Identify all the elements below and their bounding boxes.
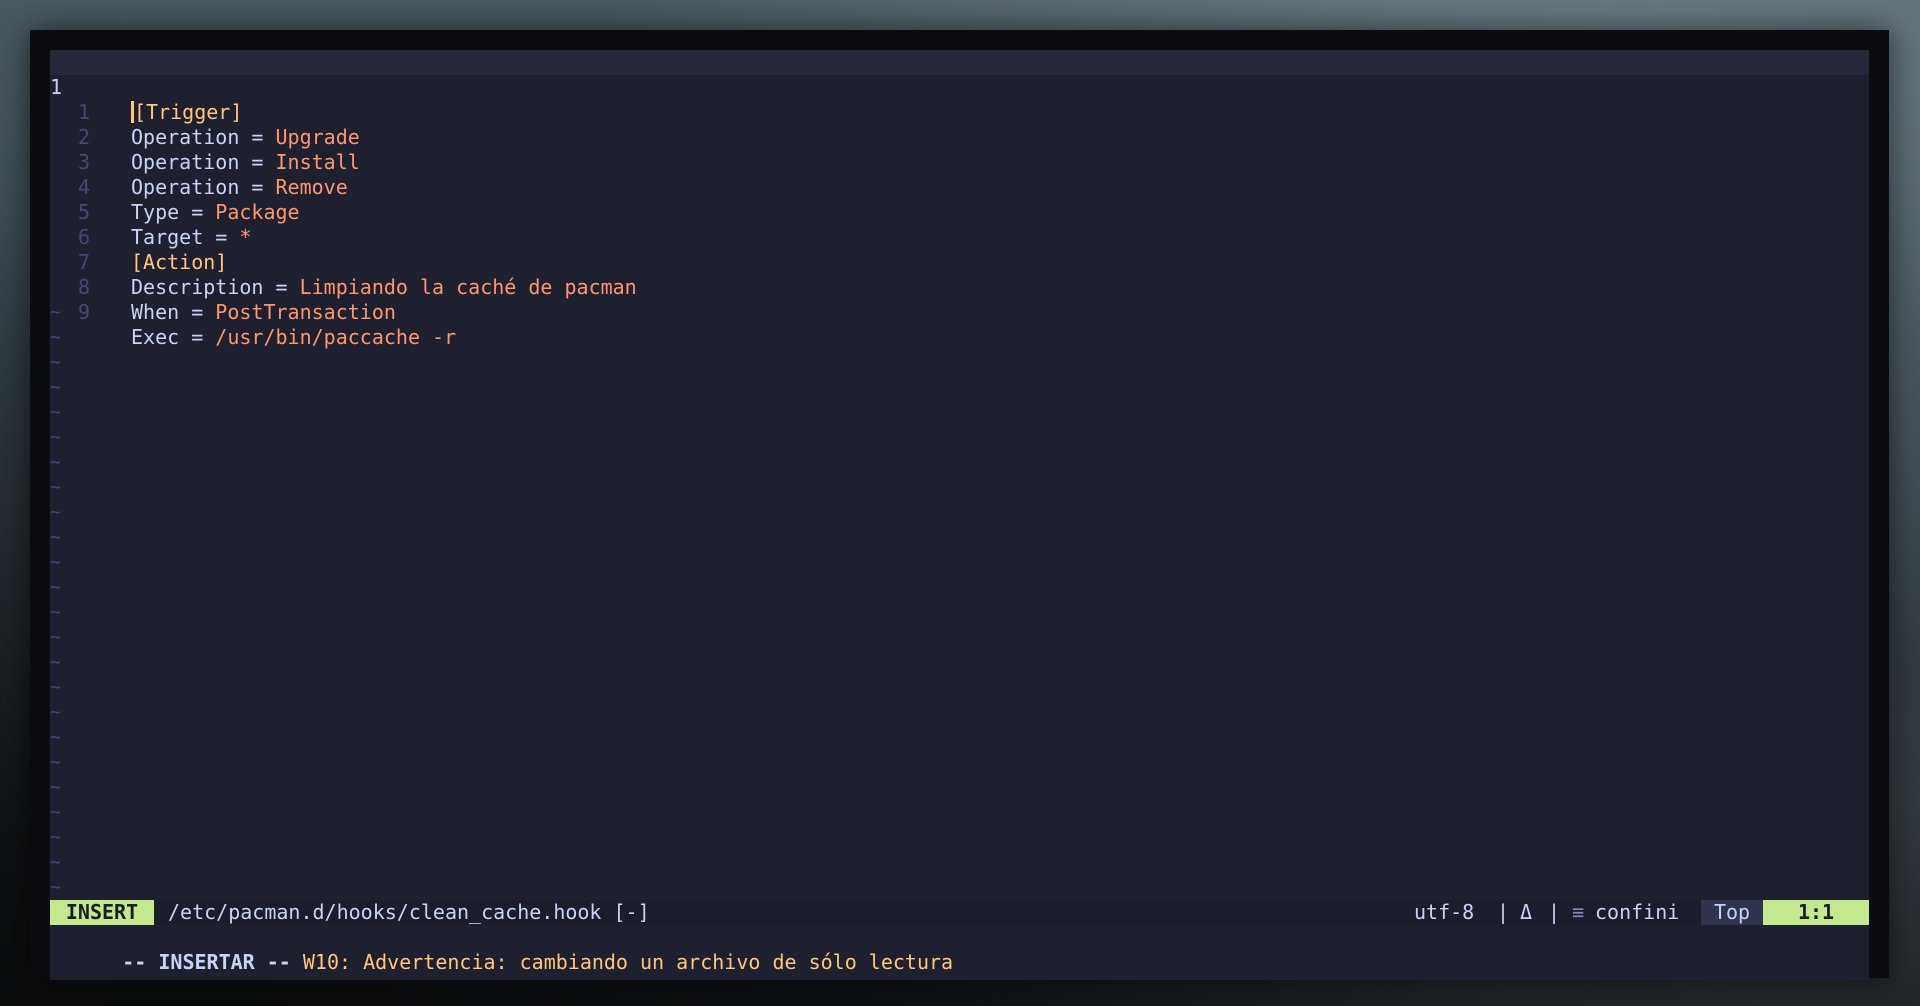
config-key: Exec — [131, 325, 180, 349]
linux-os-icon: Δ — [1520, 900, 1533, 924]
empty-line-tilde: ~ — [50, 877, 61, 898]
empty-line-tilde: ~ — [50, 552, 61, 573]
filetype-icon: ≡ — [1572, 900, 1585, 924]
cursor-position: 1:1 — [1763, 900, 1869, 925]
equals-sign: = — [179, 300, 216, 324]
empty-line-tilde: ~ — [50, 827, 61, 848]
empty-line-tilde: ~ — [50, 402, 61, 423]
statusline-separator: | — [1497, 900, 1510, 924]
equals-sign: = — [179, 325, 216, 349]
command-line[interactable]: -- INSERTAR -- W10: Advertencia: cambian… — [50, 925, 1869, 974]
empty-line-tilde: ~ — [50, 652, 61, 673]
terminal-window: 1 [Trigger] 1 Operation = Upgrade 2 Oper… — [30, 30, 1889, 980]
config-value: /usr/bin/paccache -r — [215, 325, 457, 349]
empty-line-tilde: ~ — [50, 802, 61, 823]
config-key: When — [131, 300, 180, 324]
line-content: When = PostTransaction — [131, 300, 396, 325]
editor-line[interactable]: 7 Description = Limpiando la caché de pa… — [50, 225, 1869, 299]
empty-line-tilde: ~ — [50, 527, 61, 548]
editor-line[interactable]: 4 Type = Package — [50, 150, 1869, 224]
statusline: INSERT /etc/pacman.d/hooks/clean_cache.h… — [50, 900, 1869, 925]
file-type: confini — [1595, 900, 1680, 924]
empty-line-tilde: ~ — [50, 677, 61, 698]
scroll-position: Top — [1701, 900, 1763, 925]
readonly-warning: W10: Advertencia: cambiando un archivo d… — [290, 950, 954, 974]
editor-line[interactable]: 8 When = PostTransaction — [50, 250, 1869, 324]
empty-line-tilde: ~ — [50, 752, 61, 773]
editor-line[interactable]: 1 Operation = Upgrade — [50, 75, 1869, 149]
file-encoding: utf-8 — [1414, 900, 1475, 924]
editor-line[interactable]: 3 Operation = Remove — [50, 125, 1869, 199]
empty-line-tilde: ~ — [50, 502, 61, 523]
insert-mode-message: -- INSERTAR -- — [122, 950, 291, 974]
mode-indicator: INSERT — [50, 900, 154, 925]
editor-line[interactable]: 5 Target = * — [50, 175, 1869, 249]
editor-line[interactable]: 6 [Action] — [50, 200, 1869, 274]
empty-line-tilde: ~ — [50, 377, 61, 398]
file-path: /etc/pacman.d/hooks/clean_cache.hook [-] — [168, 900, 650, 924]
empty-line-tilde: ~ — [50, 352, 61, 373]
empty-line-tilde: ~ — [50, 302, 61, 323]
empty-line-tilde: ~ — [50, 777, 61, 798]
statusline-separator: | — [1548, 900, 1561, 924]
editor-line-current[interactable]: 1 [Trigger] — [50, 50, 1869, 124]
empty-line-tilde: ~ — [50, 427, 61, 448]
empty-line-tilde: ~ — [50, 602, 61, 623]
editor-line[interactable]: 2 Operation = Install — [50, 100, 1869, 174]
config-value: PostTransaction — [215, 300, 396, 324]
line-content: Exec = /usr/bin/paccache -r — [131, 325, 456, 350]
vim-editor[interactable]: 1 [Trigger] 1 Operation = Upgrade 2 Oper… — [50, 50, 1869, 980]
empty-line-tilde: ~ — [50, 702, 61, 723]
empty-line-tilde: ~ — [50, 477, 61, 498]
empty-line-tilde: ~ — [50, 452, 61, 473]
editor-line[interactable]: 9 Exec = /usr/bin/paccache -r — [50, 275, 1869, 349]
empty-line-tilde: ~ — [50, 577, 61, 598]
empty-line-tilde: ~ — [50, 852, 61, 873]
empty-line-tilde: ~ — [50, 727, 61, 748]
empty-line-tilde: ~ — [50, 327, 61, 348]
empty-line-tilde: ~ — [50, 627, 61, 648]
